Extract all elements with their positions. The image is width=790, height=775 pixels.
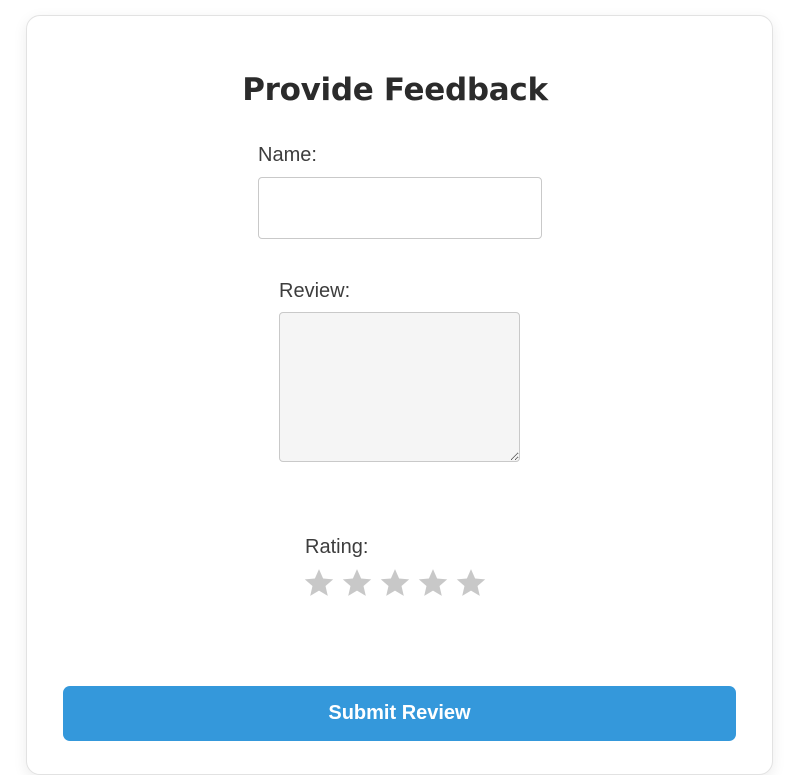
star-icon[interactable] <box>302 566 336 600</box>
star-icon[interactable] <box>378 566 412 600</box>
star-icon[interactable] <box>416 566 450 600</box>
name-input[interactable] <box>258 177 542 239</box>
star-rating <box>302 566 488 600</box>
submit-review-button[interactable]: Submit Review <box>63 686 736 741</box>
review-textarea[interactable] <box>279 312 520 462</box>
star-icon[interactable] <box>340 566 374 600</box>
rating-label: Rating: <box>305 536 369 558</box>
star-icon[interactable] <box>454 566 488 600</box>
page-title: Provide Feedback <box>242 72 548 108</box>
review-label: Review: <box>279 280 351 302</box>
name-label: Name: <box>258 144 317 166</box>
